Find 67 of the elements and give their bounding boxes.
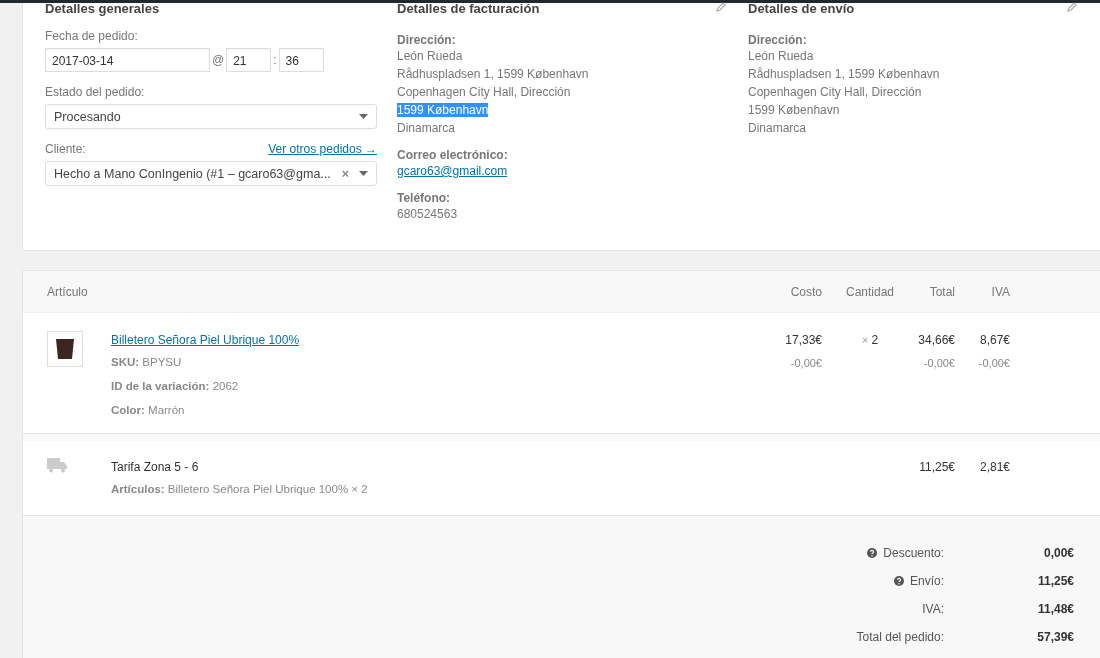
times-sign: × xyxy=(861,334,869,346)
address-line: 1599 København xyxy=(748,103,840,117)
field-label: Cliente: xyxy=(45,142,86,156)
field-label: Estado del pedido: xyxy=(45,85,146,99)
total-label: Envío: xyxy=(909,574,944,588)
total-amount: 11,25€ xyxy=(1036,574,1074,588)
caret-icon xyxy=(359,114,368,119)
total-amount: 57,39€ xyxy=(1036,630,1074,644)
meta-text: ID de la variación: 2062 xyxy=(111,380,239,392)
address-line: Rådhuspladsen 1, 1599 København xyxy=(397,67,589,81)
clear-icon[interactable]: × xyxy=(341,166,349,181)
help-icon[interactable] xyxy=(867,548,878,558)
edit-icon[interactable] xyxy=(716,2,726,12)
date-field[interactable]: 2017-03-14 xyxy=(45,48,210,72)
column-header: Total xyxy=(928,284,955,299)
tax-value: 8,67€ xyxy=(978,332,1010,349)
minute-field[interactable]: 36 xyxy=(278,48,324,72)
email-link[interactable]: gcaro63@gmail.com xyxy=(397,164,508,178)
tax-value: 2,81€ xyxy=(979,460,1010,474)
meta-text: Artículos: Billetero Señora Piel Ubrique 100% × 2 xyxy=(111,483,368,495)
cost-value: 17,33€ xyxy=(784,332,822,349)
total-value: 11,25€ xyxy=(919,460,955,474)
view-orders-link[interactable]: Ver otros pedidos → xyxy=(268,142,377,156)
address-line: Dinamarca xyxy=(397,121,456,135)
refund-value: -0,00€ xyxy=(922,356,955,371)
address-line: Copenhagen City Hall, Dirección xyxy=(748,85,922,99)
address-line: León Rueda xyxy=(397,49,463,63)
hour-field[interactable]: 21 xyxy=(226,48,272,72)
column-header: Artículo xyxy=(47,284,89,299)
column-header: Costo xyxy=(789,284,823,299)
total-label: IVA: xyxy=(922,602,944,616)
field-label: Teléfono: xyxy=(397,191,452,205)
status-select[interactable]: Procesando xyxy=(45,104,377,129)
section-heading: Detalles de envío xyxy=(748,2,855,16)
phone-number: 680524563 xyxy=(397,207,458,221)
refund-value: -0,00€ xyxy=(789,356,822,371)
section-heading: Detalles generales xyxy=(45,2,161,16)
edit-icon[interactable] xyxy=(1067,2,1077,12)
total-label: Total del pedido: xyxy=(856,630,944,644)
product-link[interactable]: Billetero Señora Piel Ubrique 100% xyxy=(111,333,300,347)
meta-text: Color: Marrón xyxy=(111,404,185,416)
field-label: Dirección: xyxy=(397,33,457,47)
total-value: 34,66€ xyxy=(917,332,955,349)
quantity-value: 2 xyxy=(871,333,879,347)
section-heading: Detalles de facturación xyxy=(397,2,540,16)
column-header: Cantidad xyxy=(844,284,895,299)
caret-icon xyxy=(359,171,368,176)
help-icon[interactable] xyxy=(893,576,904,586)
address-line: Rådhuspladsen 1, 1599 København xyxy=(748,67,940,81)
address-line: Copenhagen City Hall, Dirección xyxy=(397,85,571,99)
truck-icon xyxy=(47,457,67,473)
wallet-icon xyxy=(55,338,75,360)
address-line: Dinamarca xyxy=(748,121,807,135)
field-label: Fecha de pedido: xyxy=(45,29,139,43)
column-header: IVA xyxy=(990,284,1010,299)
at-sign: @ xyxy=(211,53,226,67)
total-amount: 0,00€ xyxy=(1042,546,1074,560)
field-label: Correo electrónico: xyxy=(397,148,509,162)
meta-text: SKU: BPYSU xyxy=(111,356,182,368)
customer-select[interactable]: Hecho a Mano ConIngenio (#1 – gcaro63@gma... × xyxy=(45,161,377,186)
total-label: Descuento: xyxy=(883,546,944,560)
refund-value: -0,00€ xyxy=(977,356,1010,371)
total-amount: 11,48€ xyxy=(1036,602,1074,616)
address-line: León Rueda xyxy=(748,49,814,63)
shipping-method: Tarifa Zona 5 - 6 xyxy=(111,459,200,476)
colon-separator: : xyxy=(272,53,278,67)
field-label: Dirección: xyxy=(748,33,808,47)
